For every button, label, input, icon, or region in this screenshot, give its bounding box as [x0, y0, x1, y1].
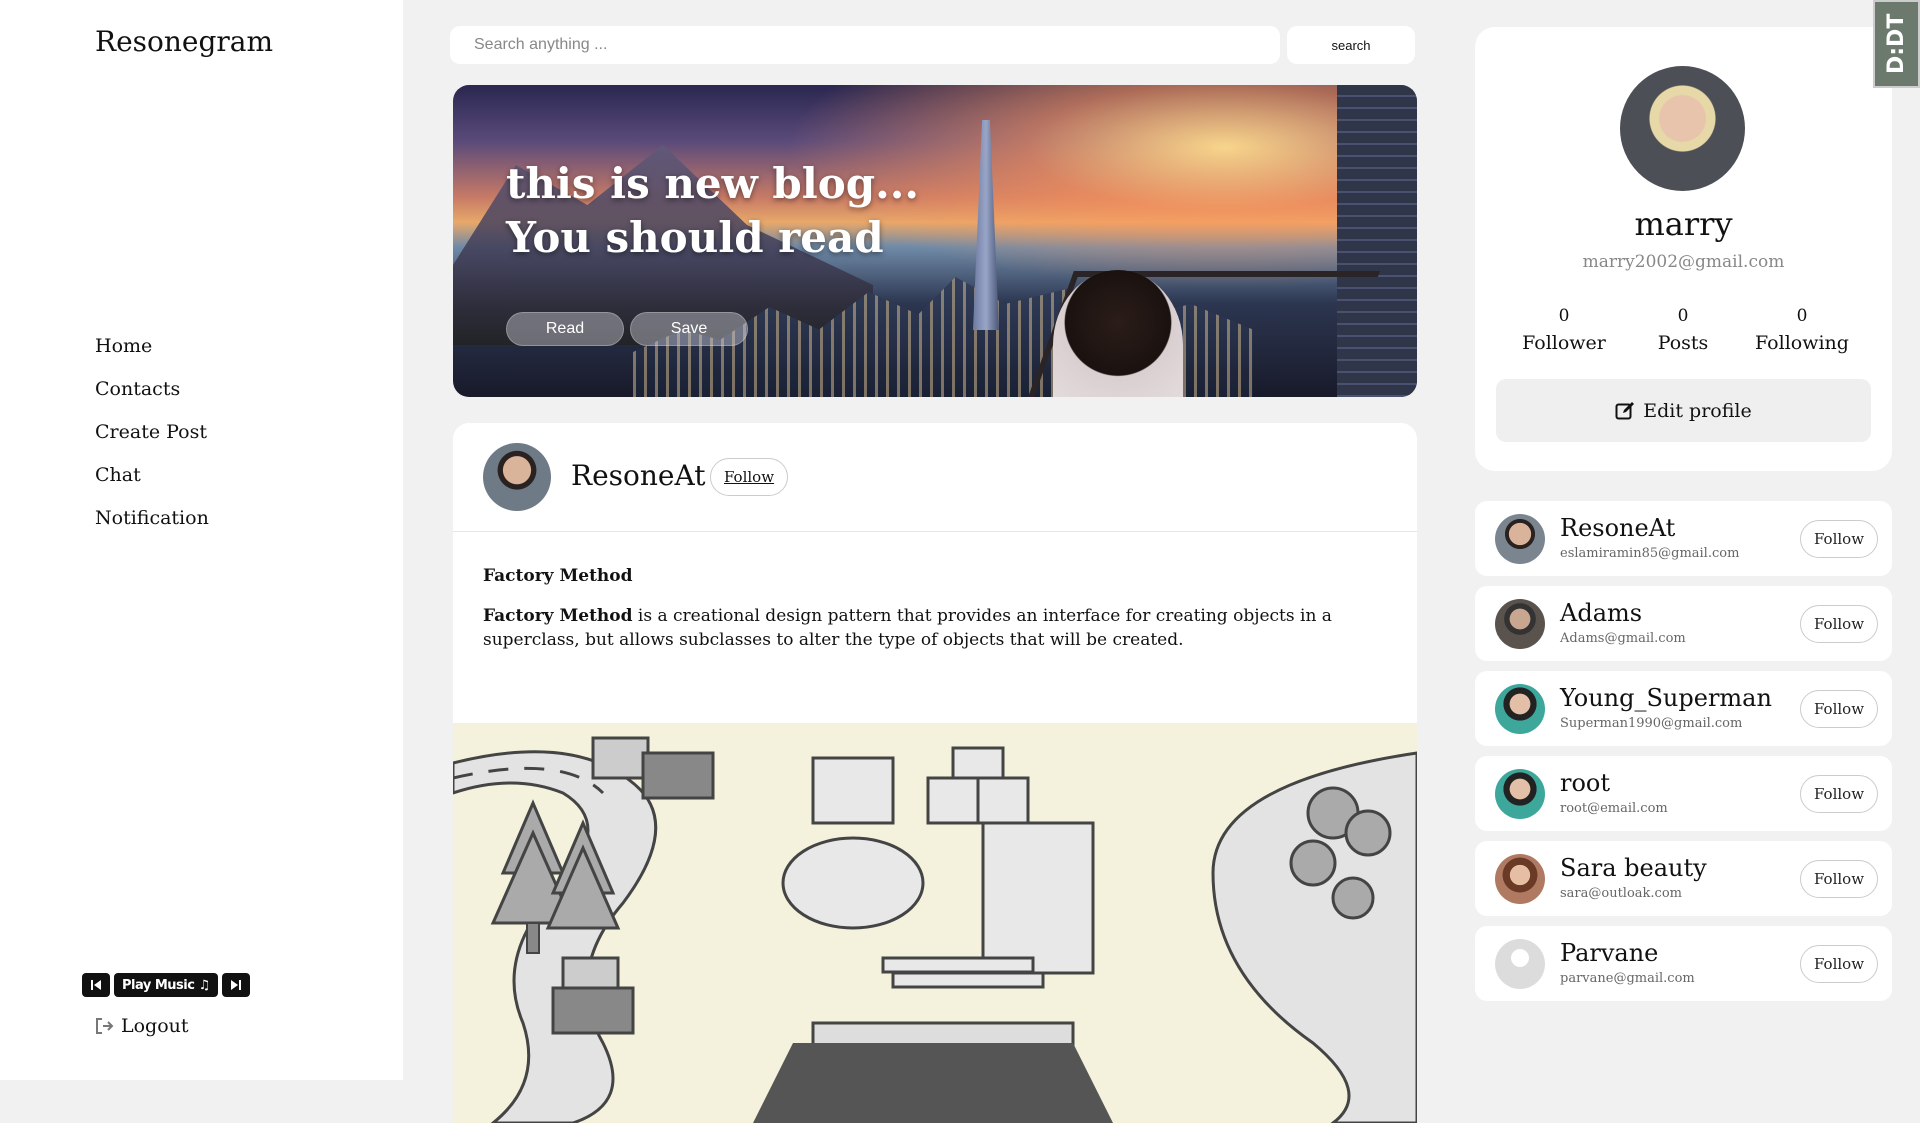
nav-item-create-post[interactable]: Create Post — [95, 411, 209, 454]
follow-button[interactable]: Follow — [1800, 775, 1878, 813]
user-name[interactable]: Adams — [1560, 600, 1642, 626]
follow-button[interactable]: Follow — [1800, 690, 1878, 728]
stat-following[interactable]: 0 Following — [1742, 303, 1862, 357]
app-brand[interactable]: Resonegram — [95, 25, 273, 58]
stat-value: 0 — [1677, 306, 1689, 326]
user-email: sara@outloak.com — [1560, 886, 1682, 901]
nav-item-contacts[interactable]: Contacts — [95, 368, 209, 411]
corner-badge[interactable]: D:DT — [1873, 0, 1920, 88]
follow-button[interactable]: Follow — [1800, 520, 1878, 558]
nav-item-notification[interactable]: Notification — [95, 497, 209, 540]
post-illustration — [453, 723, 1417, 1123]
edit-icon — [1615, 401, 1635, 419]
post-author-name[interactable]: ResoneAt — [571, 459, 705, 492]
stat-posts[interactable]: 0 Posts — [1623, 303, 1743, 357]
post-text: Factory Method is a creational design pa… — [483, 604, 1393, 652]
list-item: Parvane parvane@gmail.com Follow — [1475, 926, 1892, 1001]
user-email: parvane@gmail.com — [1560, 971, 1695, 986]
stat-label: Follower — [1522, 332, 1606, 354]
list-item: Sara beauty sara@outloak.com Follow — [1475, 841, 1892, 916]
user-avatar[interactable] — [1495, 939, 1545, 989]
user-name[interactable]: ResoneAt — [1560, 515, 1675, 541]
list-item: root root@email.com Follow — [1475, 756, 1892, 831]
stat-value: 0 — [1558, 306, 1570, 326]
play-music-button[interactable]: Play Music ♫ — [114, 973, 218, 997]
previous-track-button[interactable] — [82, 973, 110, 997]
user-avatar[interactable] — [1495, 599, 1545, 649]
stat-label: Posts — [1657, 332, 1709, 354]
banner-actions: Read Save — [506, 312, 748, 346]
list-item: ResoneAt eslamiramin85@gmail.com Follow — [1475, 501, 1892, 576]
search-button[interactable]: search — [1287, 26, 1415, 64]
user-avatar[interactable] — [1495, 684, 1545, 734]
user-email: Adams@gmail.com — [1560, 631, 1686, 646]
follow-button[interactable]: Follow — [1800, 945, 1878, 983]
save-button[interactable]: Save — [630, 312, 748, 346]
user-email: Superman1990@gmail.com — [1560, 716, 1743, 731]
music-player: Play Music ♫ — [82, 973, 250, 997]
author-avatar[interactable] — [483, 443, 551, 511]
post-header: ResoneAt Follow — [453, 423, 1417, 532]
post-card: ResoneAt Follow Factory Method Factory M… — [453, 423, 1417, 1123]
edit-profile-button[interactable]: Edit profile — [1496, 379, 1871, 442]
skip-forward-icon — [230, 980, 241, 990]
nav-item-chat[interactable]: Chat — [95, 454, 209, 497]
banner-title: this is new blog... You should read — [506, 159, 919, 262]
user-name[interactable]: Parvane — [1560, 940, 1658, 966]
post-heading: Factory Method — [483, 566, 633, 586]
stat-label: Following — [1755, 332, 1849, 354]
skip-back-icon — [91, 980, 101, 990]
sidebar: Resonegram Home Contacts Create Post Cha… — [0, 0, 403, 1080]
featured-banner: this is new blog... You should read Read… — [453, 85, 1417, 397]
suggested-users-list: ResoneAt eslamiramin85@gmail.com Follow … — [1475, 501, 1892, 1011]
user-avatar[interactable] — [1495, 769, 1545, 819]
user-name[interactable]: Young_Superman — [1560, 685, 1772, 711]
profile-avatar[interactable] — [1620, 66, 1745, 191]
logout-icon — [96, 1018, 114, 1034]
user-email: root@email.com — [1560, 801, 1668, 816]
stat-value: 0 — [1796, 306, 1808, 326]
profile-email: marry2002@gmail.com — [1582, 252, 1785, 272]
user-name[interactable]: Sara beauty — [1560, 855, 1707, 881]
post-body: Factory Method Factory Method is a creat… — [453, 532, 1417, 652]
follow-button[interactable]: Follow — [1800, 860, 1878, 898]
search-input[interactable] — [450, 26, 1280, 64]
logout-label: Logout — [121, 1015, 189, 1037]
user-name[interactable]: root — [1560, 770, 1610, 796]
read-button[interactable]: Read — [506, 312, 624, 346]
follow-button[interactable]: Follow — [1800, 605, 1878, 643]
follow-author-button[interactable]: Follow — [710, 458, 788, 496]
main-nav: Home Contacts Create Post Chat Notificat… — [95, 325, 209, 540]
profile-card: marry marry2002@gmail.com 0 Follower 0 P… — [1475, 27, 1892, 471]
user-avatar[interactable] — [1495, 514, 1545, 564]
nav-item-home[interactable]: Home — [95, 325, 209, 368]
list-item: Young_Superman Superman1990@gmail.com Fo… — [1475, 671, 1892, 746]
edit-profile-label: Edit profile — [1643, 399, 1752, 422]
user-email: eslamiramin85@gmail.com — [1560, 546, 1740, 561]
stat-followers[interactable]: 0 Follower — [1504, 303, 1624, 357]
profile-name: marry — [1634, 205, 1733, 243]
user-avatar[interactable] — [1495, 854, 1545, 904]
post-text-bold: Factory Method — [483, 606, 633, 626]
list-item: Adams Adams@gmail.com Follow — [1475, 586, 1892, 661]
logout-link[interactable]: Logout — [95, 1015, 189, 1037]
next-track-button[interactable] — [221, 973, 250, 997]
factory-illustration — [453, 736, 1417, 1123]
